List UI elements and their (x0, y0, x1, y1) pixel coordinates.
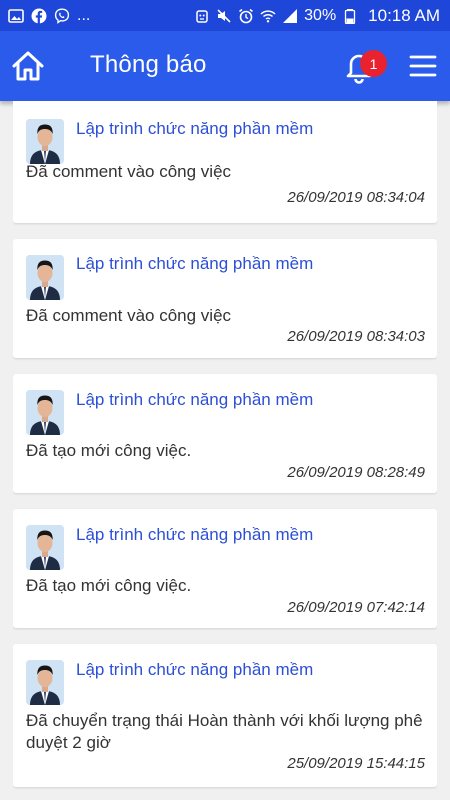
viber-icon (54, 7, 70, 24)
notification-message: Đã chuyển trạng thái Hoàn thành với khối… (26, 711, 423, 752)
notification-time: 26/09/2019 08:34:03 (287, 328, 425, 345)
avatar (26, 119, 64, 164)
notification-time: 25/09/2019 15:44:15 (287, 755, 425, 772)
notification-card[interactable]: Lập trình chức năng phần mềm Đã comment … (13, 239, 437, 358)
notification-message: Đã comment vào công việc (26, 306, 232, 325)
battery-icon (342, 8, 358, 24)
battery-percent: 30% (304, 6, 337, 24)
notification-count-badge: 1 (360, 50, 387, 77)
menu-button[interactable] (408, 52, 438, 80)
notification-card[interactable]: Lập trình chức năng phần mềm Đã tạo mới … (13, 374, 437, 493)
clock: 10:18 AM (368, 5, 440, 25)
notification-card[interactable]: Lập trình chức năng phần mềm Đã comment … (13, 101, 437, 223)
home-icon (12, 51, 44, 81)
home-button[interactable] (10, 49, 46, 83)
status-bar-more: ... (77, 6, 91, 24)
notification-message: Đã tạo mới công việc. (26, 576, 192, 595)
notification-title: Lập trình chức năng phần mềm (76, 660, 314, 679)
avatar (26, 525, 64, 570)
alarm-off-icon (194, 8, 210, 24)
notification-time: 26/09/2019 08:28:49 (287, 464, 425, 481)
avatar (26, 660, 64, 705)
notification-card[interactable]: Lập trình chức năng phần mềm Đã chuyển t… (13, 644, 437, 787)
alarm-icon (238, 8, 254, 24)
page-title: Thông báo (90, 51, 207, 78)
avatar (26, 390, 64, 435)
notification-title: Lập trình chức năng phần mềm (76, 390, 314, 409)
avatar (26, 255, 64, 300)
notification-card[interactable]: Lập trình chức năng phần mềm Đã tạo mới … (13, 509, 437, 628)
wifi-icon (260, 8, 276, 24)
notification-title: Lập trình chức năng phần mềm (76, 254, 314, 273)
status-bar-right: 30% 10:18 AM (194, 6, 440, 26)
app-bar: Thông báo 1 (0, 31, 450, 101)
signal-icon (282, 8, 298, 24)
image-icon (8, 8, 24, 24)
notification-time: 26/09/2019 08:34:04 (287, 189, 425, 206)
notification-message: Đã tạo mới công việc. (26, 441, 192, 460)
notification-message: Đã comment vào công việc (26, 162, 232, 181)
facebook-icon (31, 8, 47, 24)
notification-title: Lập trình chức năng phần mềm (76, 525, 314, 544)
mute-icon (216, 8, 232, 24)
hamburger-menu-icon (409, 55, 437, 77)
notification-title: Lập trình chức năng phần mềm (76, 119, 314, 138)
notification-list[interactable]: Lập trình chức năng phần mềm Đã comment … (13, 101, 437, 800)
status-bar-left: ... (8, 7, 90, 25)
status-bar: ... 30% 10:18 AM (0, 0, 450, 31)
notification-time: 26/09/2019 07:42:14 (287, 599, 425, 616)
